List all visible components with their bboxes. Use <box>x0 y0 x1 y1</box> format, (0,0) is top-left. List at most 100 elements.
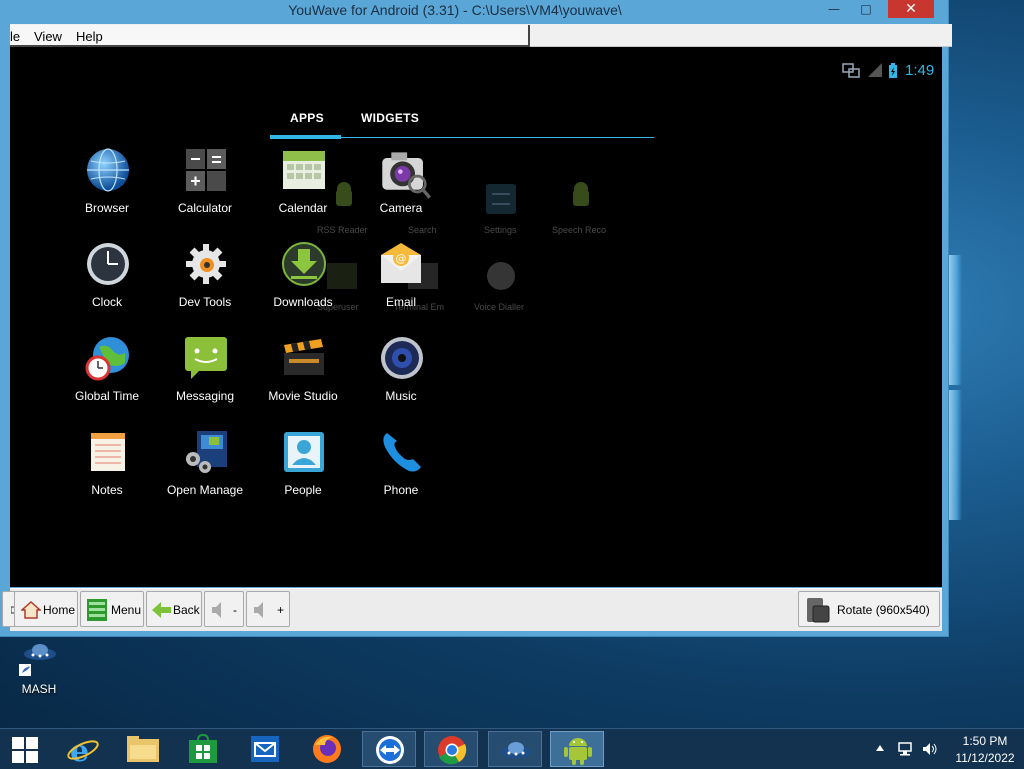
desktop-glow <box>948 255 962 385</box>
app-people[interactable]: People <box>254 429 352 519</box>
speaker-icon <box>381 337 423 379</box>
taskbar-date[interactable]: 11/12/2022 <box>950 751 1020 765</box>
download-icon <box>282 242 326 286</box>
desktop-icon-mash[interactable]: MASH <box>14 640 64 700</box>
app-downloads[interactable]: Downloads <box>254 241 352 331</box>
tab-indicator <box>270 135 341 139</box>
speaker-icon <box>254 602 263 618</box>
volume-up-label: + <box>277 603 285 617</box>
app-notes[interactable]: Notes <box>58 429 156 519</box>
voice-dialer-icon <box>487 262 515 290</box>
app-music[interactable]: Music <box>352 335 450 425</box>
open-manager-icon <box>186 431 227 473</box>
android-screen[interactable]: 1:49 APPS WIDGETS RSS Reader Search Sett… <box>10 47 942 587</box>
taskbar-ie[interactable]: e <box>56 731 110 767</box>
taskbar: e 1:50 PM 11/12/2022 <box>0 728 1024 769</box>
app-label: Browser <box>84 201 129 215</box>
app-email[interactable]: @ Email <box>352 241 450 331</box>
menu-button[interactable]: Menu <box>80 591 144 627</box>
menu-label: Menu <box>111 603 142 617</box>
drawer-tabs: APPS WIDGETS <box>270 109 654 139</box>
android-icon <box>564 738 592 765</box>
app-label: Movie Studio <box>268 389 338 403</box>
rotate-button[interactable]: Rotate (960x540) <box>798 591 940 627</box>
close-button[interactable]: ✕ <box>888 0 934 18</box>
phone-icon <box>383 433 421 472</box>
firefox-icon <box>313 735 341 763</box>
tab-widgets[interactable]: WIDGETS <box>361 111 419 125</box>
house-icon <box>21 601 41 619</box>
app-label: Notes <box>91 483 123 497</box>
app-camera[interactable]: Camera <box>352 147 450 237</box>
ufo-icon <box>501 742 531 758</box>
menu-help[interactable]: Help <box>76 29 103 44</box>
calculator-icon <box>186 149 226 191</box>
app-dev-tools[interactable]: Dev Tools <box>156 241 254 331</box>
app-label: People <box>284 483 322 497</box>
email-icon: @ <box>381 243 421 283</box>
show-hidden-icons-icon[interactable] <box>876 745 884 751</box>
emulator-toolbar: Home Menu Back - + Rotate (960x540) <box>2 588 942 631</box>
app-phone[interactable]: Phone <box>352 429 450 519</box>
network-icon[interactable] <box>898 742 914 756</box>
windows-icon <box>12 737 38 763</box>
taskbar-teamviewer[interactable] <box>362 731 416 767</box>
volume-up-button[interactable]: + <box>246 591 290 627</box>
volume-down-label: - <box>233 603 237 617</box>
taskbar-mash[interactable] <box>488 731 542 767</box>
maximize-button[interactable]: □ <box>852 0 880 18</box>
menu-view[interactable]: View <box>34 29 62 44</box>
svg-text:@: @ <box>396 252 407 265</box>
sync-icon <box>842 63 860 78</box>
taskbar-firefox[interactable] <box>300 731 354 767</box>
menu-icon <box>87 599 107 621</box>
app-messaging[interactable]: Messaging <box>156 335 254 425</box>
volume-down-button[interactable]: - <box>204 591 244 627</box>
taskbar-chrome[interactable] <box>424 731 478 767</box>
ghost-app-label: Settings <box>484 225 517 235</box>
app-browser[interactable]: Browser <box>58 147 156 237</box>
taskbar-time[interactable]: 1:50 PM <box>950 734 1020 748</box>
app-calculator[interactable]: Calculator <box>156 147 254 237</box>
store-icon <box>189 734 217 763</box>
start-button[interactable] <box>0 731 54 767</box>
taskbar-store[interactable] <box>176 731 230 767</box>
title-bar[interactable]: YouWave for Android (3.31) - C:\Users\VM… <box>0 0 948 22</box>
app-label: Global Time <box>74 389 140 403</box>
app-global-time[interactable]: Global Time <box>58 335 156 425</box>
app-label: Phone <box>383 483 419 497</box>
taskbar-mail[interactable] <box>238 731 292 767</box>
globe-icon <box>87 148 129 192</box>
desktop-icon-label: MASH <box>21 682 57 696</box>
back-label: Back <box>173 603 200 617</box>
app-open-manager[interactable]: Open Manage <box>156 429 254 519</box>
app-label: Music <box>385 389 417 403</box>
home-button[interactable]: Home <box>14 591 78 627</box>
menu-file[interactable]: le <box>10 29 20 44</box>
app-movie-studio[interactable]: Movie Studio <box>254 335 352 425</box>
signal-icon <box>868 63 882 77</box>
messaging-icon <box>185 337 227 379</box>
mail-icon <box>251 736 279 762</box>
folder-icon <box>127 736 159 762</box>
app-clock[interactable]: Clock <box>58 241 156 331</box>
taskbar-youwave[interactable] <box>550 731 604 767</box>
app-label: Camera <box>379 201 423 215</box>
home-label: Home <box>43 603 76 617</box>
app-calendar[interactable]: Calendar <box>254 147 352 237</box>
teamviewer-icon <box>376 736 404 764</box>
tab-apps[interactable]: APPS <box>290 111 324 125</box>
volume-icon[interactable] <box>922 742 938 756</box>
settings-icon <box>486 184 516 214</box>
contacts-icon <box>284 432 324 472</box>
menu-bar: le View Help <box>10 24 952 47</box>
notepad-icon <box>91 433 125 471</box>
back-button[interactable]: Back <box>146 591 202 627</box>
app-label: Calendar <box>278 201 328 215</box>
ghost-app-label: Speech Reco <box>552 225 607 235</box>
taskbar-file-explorer[interactable] <box>116 731 170 767</box>
ghost-app-label: Voice Dialler <box>474 302 525 312</box>
battery-icon <box>889 63 897 78</box>
minimize-button[interactable]: — <box>820 0 848 18</box>
app-label: Calculator <box>177 201 233 215</box>
